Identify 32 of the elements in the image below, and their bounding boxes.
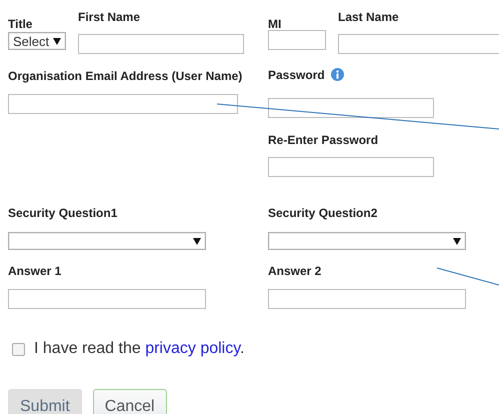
- field-label: Answer 2: [268, 265, 322, 277]
- field-label: Password: [268, 68, 325, 80]
- field-label: First Name: [78, 11, 140, 23]
- dropdown[interactable]: Select: [8, 32, 66, 50]
- input-field[interactable]: [268, 30, 326, 50]
- leader-line: [436, 268, 499, 286]
- input-field[interactable]: [8, 289, 206, 309]
- agreement-text: I have read the privacy policy.: [34, 340, 244, 358]
- cancel-button[interactable]: Cancel: [92, 389, 167, 414]
- checkbox[interactable]: [12, 342, 25, 356]
- dropdown[interactable]: [268, 232, 466, 250]
- caret-icon: [193, 238, 201, 244]
- field-label: Re-Enter Password: [268, 134, 378, 146]
- input-field[interactable]: [338, 34, 499, 54]
- field-label: Last Name: [338, 11, 399, 23]
- password-field[interactable]: [268, 157, 434, 177]
- input-field[interactable]: [268, 289, 466, 309]
- field-label: Security Question2: [268, 207, 378, 219]
- field-label: Title: [8, 18, 32, 30]
- input-field[interactable]: [78, 34, 244, 54]
- caret-icon: [53, 38, 61, 44]
- caret-icon: [453, 238, 461, 244]
- password-field[interactable]: [268, 98, 434, 118]
- field-label: Organisation Email Address (User Name): [8, 70, 242, 82]
- info-icon[interactable]: [330, 68, 344, 81]
- dropdown[interactable]: [8, 232, 206, 250]
- field-label: Security Question1: [8, 207, 118, 219]
- field-label: MI: [268, 18, 282, 30]
- submit-button[interactable]: Submit: [8, 389, 82, 414]
- input-field[interactable]: [8, 94, 238, 114]
- privacy-policy-link[interactable]: privacy policy: [145, 340, 240, 357]
- field-label: Answer 1: [8, 265, 62, 277]
